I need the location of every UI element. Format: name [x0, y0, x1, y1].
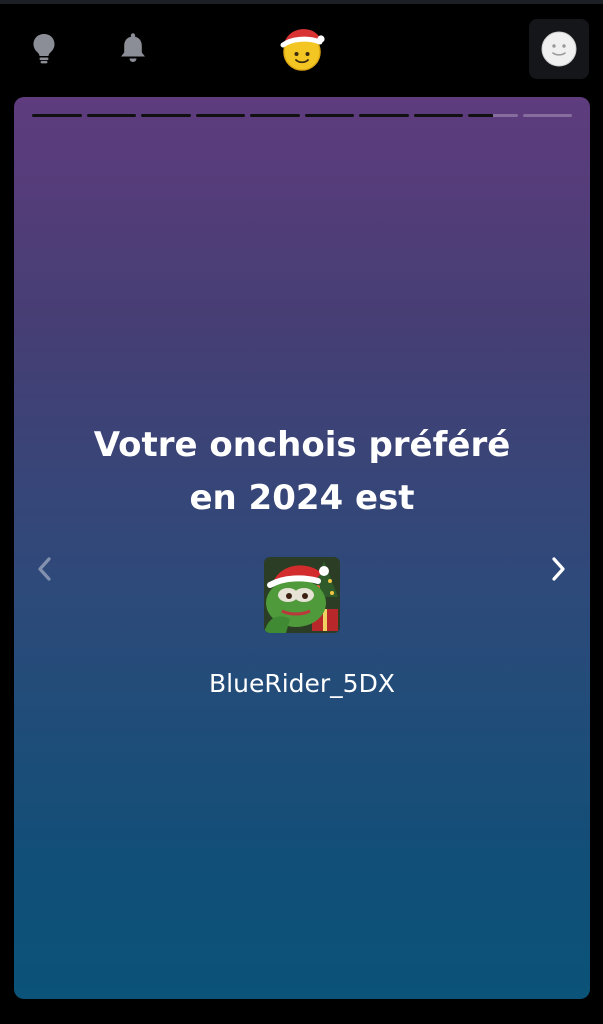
- bell-icon[interactable]: [111, 26, 155, 70]
- chevron-right-icon: [552, 557, 565, 581]
- story-progress-bar: [32, 114, 572, 117]
- headline-line-1: Votre onchois préféré: [93, 425, 511, 465]
- profile-avatar[interactable]: [529, 19, 589, 79]
- progress-segment: [468, 114, 518, 117]
- progress-segment: [522, 114, 572, 117]
- username: BlueRider_5DX: [209, 669, 395, 698]
- progress-segment: [86, 114, 136, 117]
- progress-segment: [32, 114, 82, 117]
- user-avatar: [264, 557, 340, 633]
- headline: Votre onchois préféré en 2024 est: [14, 419, 590, 525]
- story-card[interactable]: Votre onchois préféré en 2024 est BlueRi…: [14, 97, 590, 999]
- progress-segment: [359, 114, 409, 117]
- progress-segment: [304, 114, 354, 117]
- previous-story-button[interactable]: [28, 552, 62, 586]
- top-bar: [0, 4, 603, 92]
- lightbulb-icon[interactable]: [22, 26, 66, 70]
- next-story-button[interactable]: [541, 552, 575, 586]
- chevron-left-icon: [38, 557, 51, 581]
- progress-segment: [141, 114, 191, 117]
- progress-segment: [195, 114, 245, 117]
- progress-segment: [413, 114, 463, 117]
- headline-line-2: en 2024 est: [189, 478, 415, 518]
- santa-smiley-logo[interactable]: [277, 24, 327, 74]
- progress-segment: [250, 114, 300, 117]
